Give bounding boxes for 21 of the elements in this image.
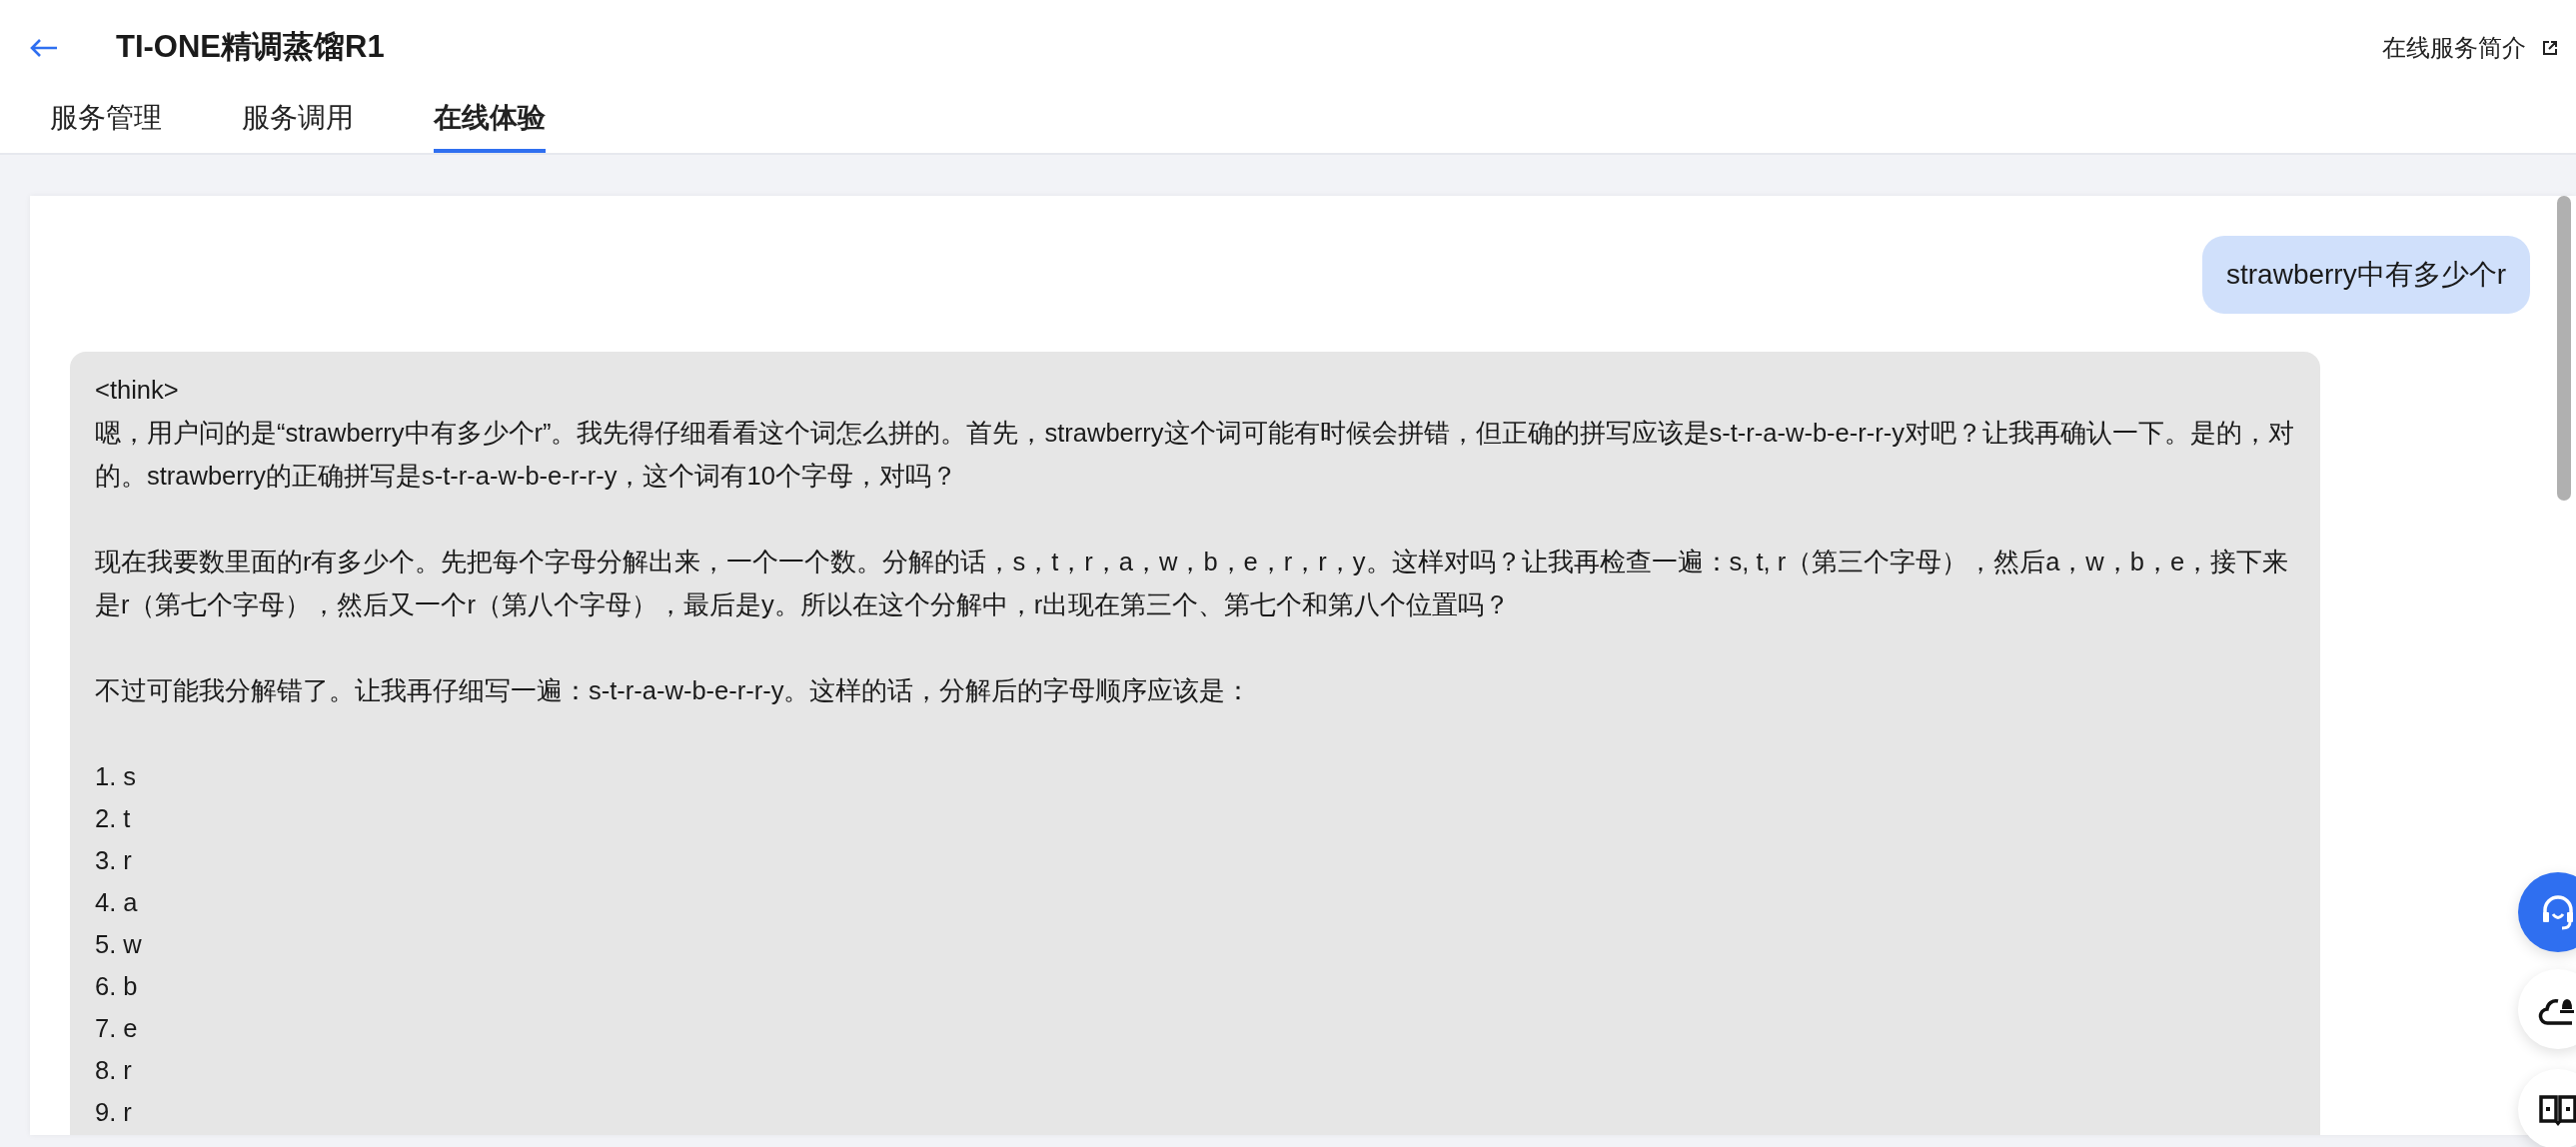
think-tag: <think> (95, 369, 2295, 412)
tab[interactable]: 服务管理 (50, 95, 162, 153)
list-item: 7. e (95, 1013, 139, 1044)
tab[interactable]: 服务调用 (242, 95, 354, 153)
paragraph: 现在我要数里面的r有多少个。先把每个字母分解出来，一个一个数。分解的话，s，t，r，a，w，b，e，r，r，y。这样对吗？让我再检查一遍：s, t, r（第三个字母），然后a，w，b，e，接下来是r（第七个字母），然后又一个r（第八个字母），最后是y。所以在这个分解中，r出现在第三个、第七个和第八个位置吗？ (95, 547, 2290, 620)
paragraph: 不过可能我分解错了。让我再仔细写一遍：s-t-r-a-w-b-e-r-r-y。这样的话，分解后的字母顺序应该是： (95, 675, 1253, 706)
page-title: TI-ONE精调蒸馏R1 (116, 28, 385, 67)
list-item: 5. w (95, 929, 143, 960)
list-item: 8. r (95, 1055, 133, 1086)
message-bubble: strawberry中有多少个r (2202, 236, 2530, 314)
help-link[interactable]: 在线服务简介 (2382, 29, 2558, 66)
list-item: 9. r (95, 1097, 133, 1128)
list-item: 1. s (95, 761, 138, 792)
list-item: 6. b (95, 971, 139, 1002)
list-item: 2. t (95, 803, 132, 834)
external-link-icon (2542, 39, 2558, 56)
list-item: 4. a (95, 887, 139, 918)
paragraph: 嗯，用户问的是“strawberry中有多少个r”。我先得仔细看看这个词怎么拼的。首先，strawberry这个词可能有时候会拼错，但正确的拼写应该是s-t-r-a-w-b-e-r-r-y对吧？让我再确认一下。是的，对的。strawberry的正确拼写是s-t-r-a-w-b-e-r-r-y，这个词有10个字母，对吗？ (95, 418, 2295, 492)
back-icon[interactable] (30, 37, 58, 58)
list-item: 3. r (95, 845, 133, 876)
scrollbar-thumb[interactable] (2557, 196, 2571, 501)
